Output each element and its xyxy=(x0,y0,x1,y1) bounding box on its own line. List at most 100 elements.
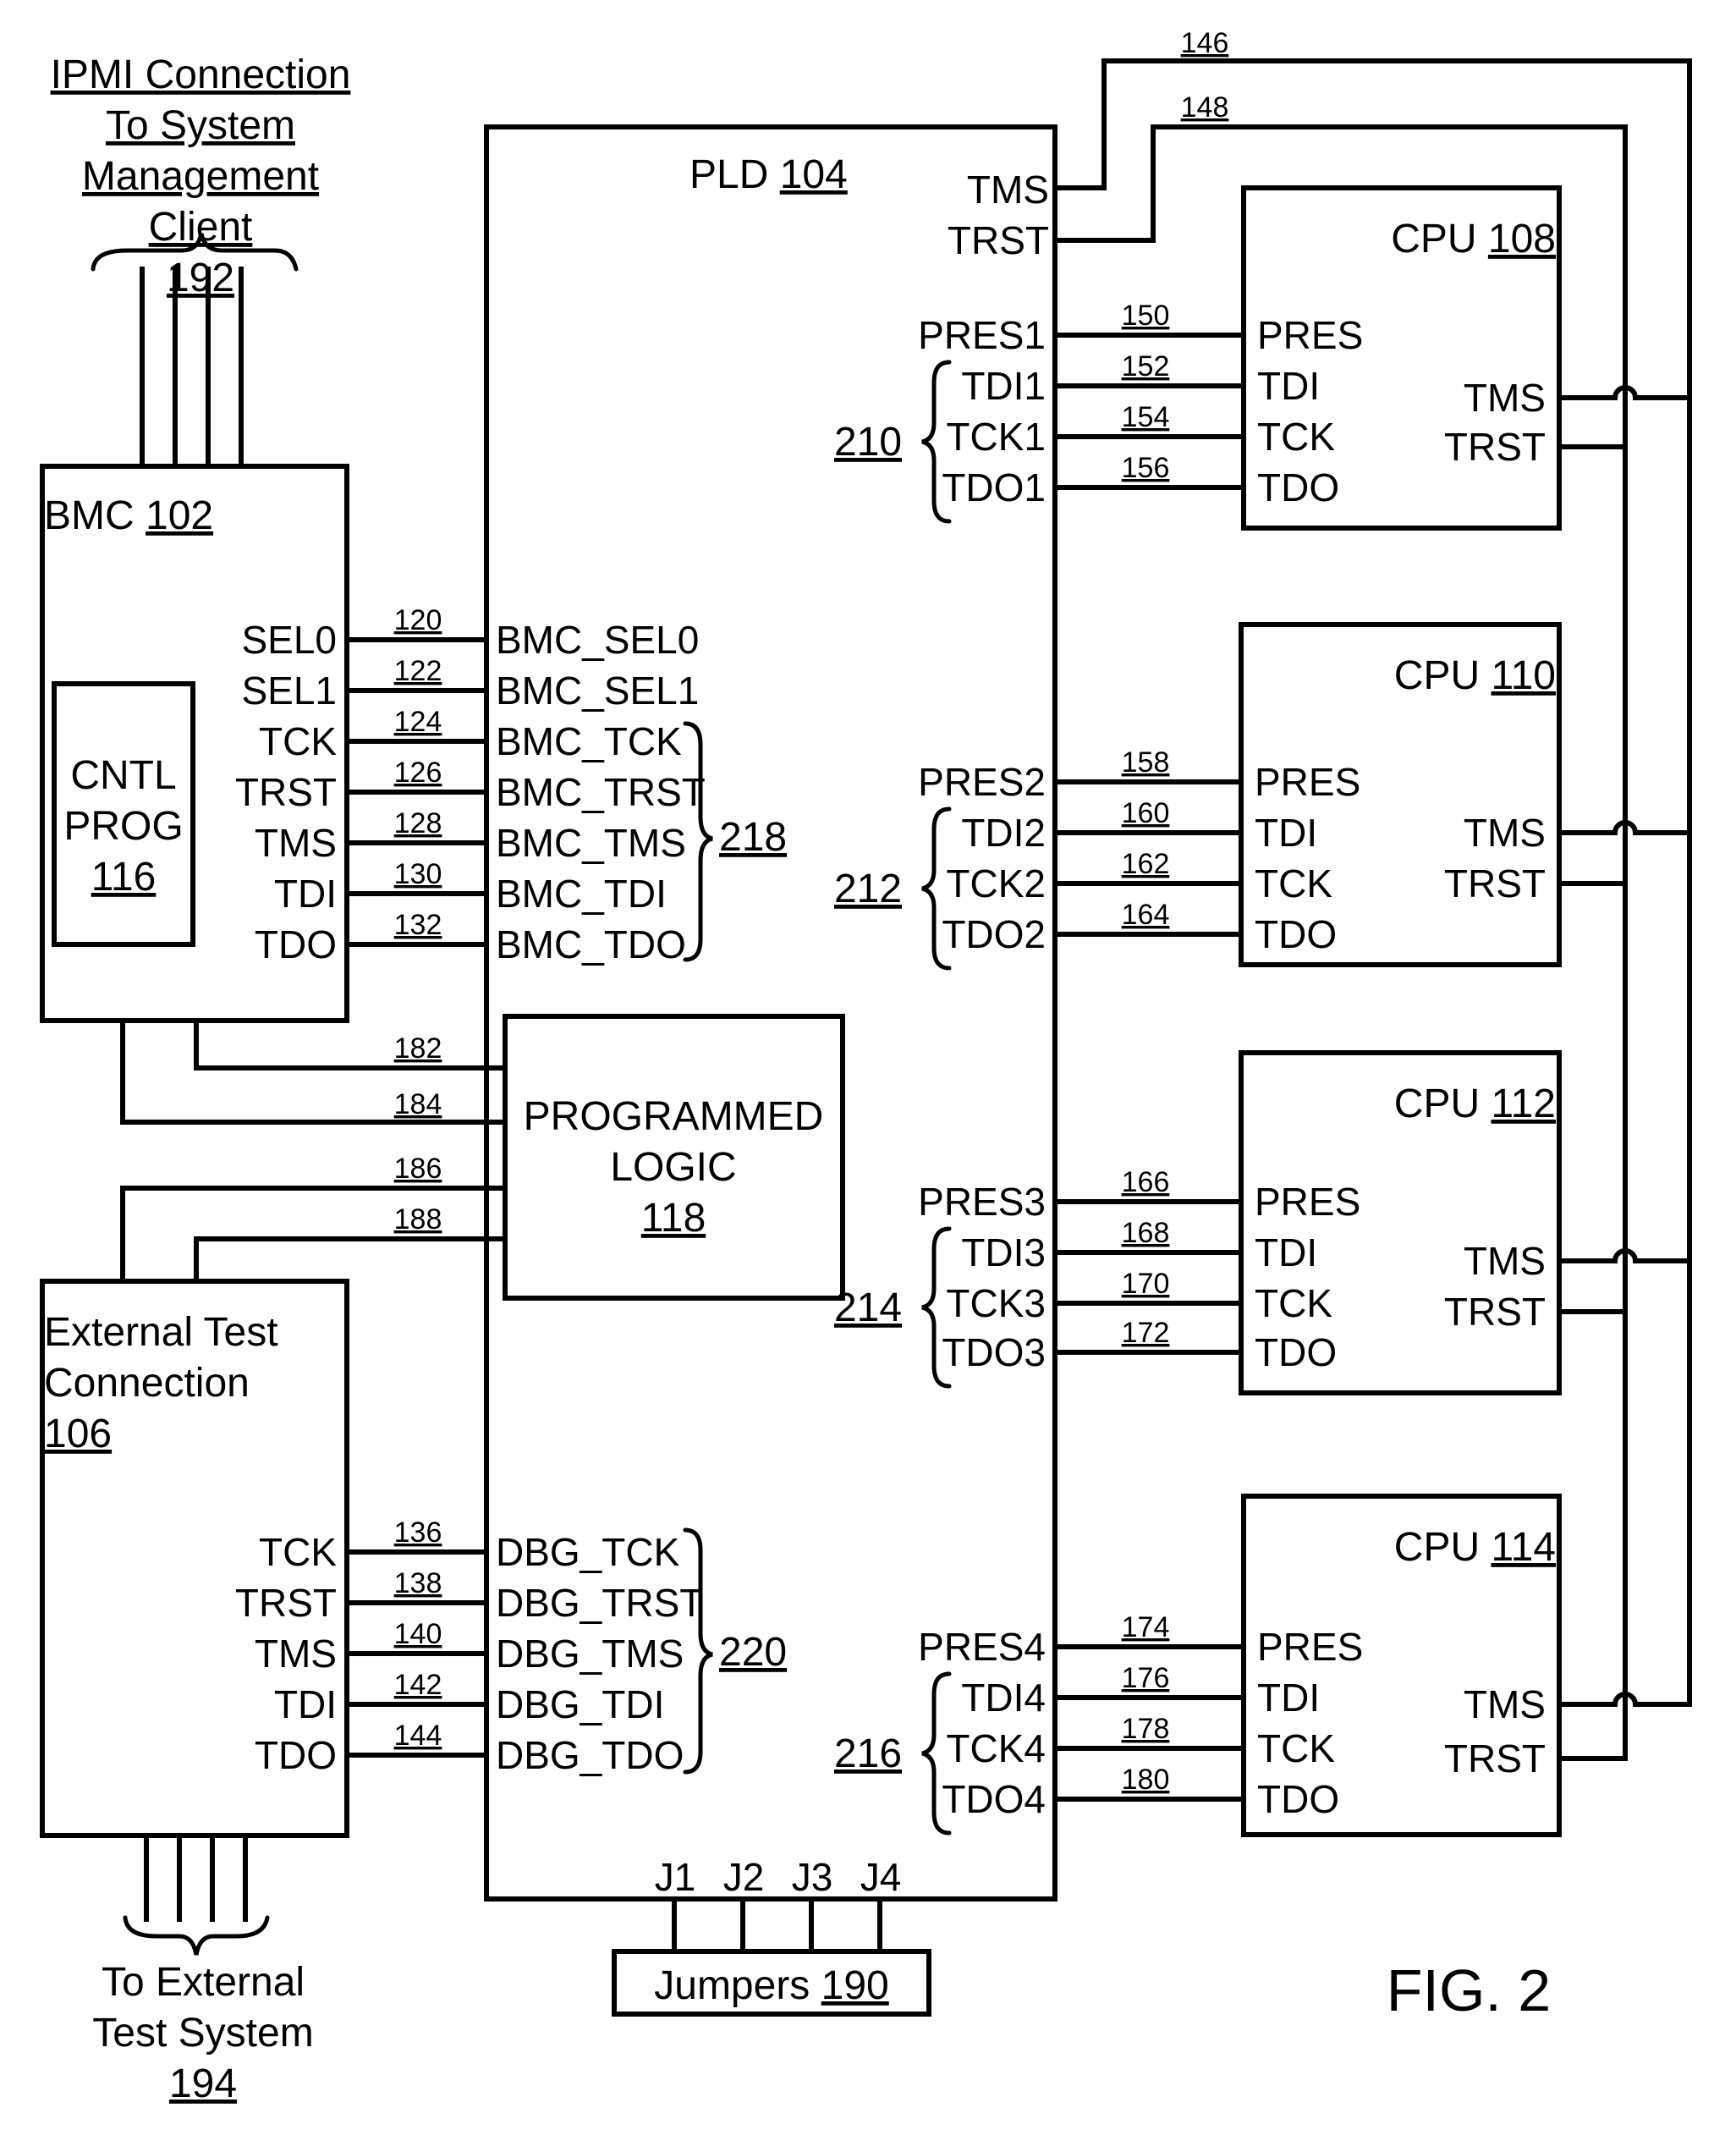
pld-bmc-pin-label: BMC_TDI xyxy=(496,872,667,916)
cpu-title: CPU 114 xyxy=(1394,1525,1556,1570)
pld-cpu-pin-label: PRES1 xyxy=(918,313,1046,357)
pld-dbg-pin-labels: DBG_TCK DBG_TRST DBG_TMS DBG_TDI DBG_TDO xyxy=(496,1530,703,1777)
pld-pin-trst: TRST xyxy=(948,218,1049,262)
wire-ref-186: 186 xyxy=(394,1153,442,1185)
ipmi-line-2: To System xyxy=(106,103,295,148)
ipmi-line-4: Client xyxy=(149,205,253,250)
wire-ref-label: 136 xyxy=(394,1516,442,1549)
pld-pin-tms: TMS xyxy=(967,168,1049,212)
bmc-pin-label: TRST xyxy=(235,770,337,814)
wire-ref-label: 132 xyxy=(394,909,442,941)
bmc-to-pld-wires: 120 122 124 126 128 130 132 xyxy=(344,604,489,947)
ext-to-pld-wires: 136 138 140 142 144 xyxy=(344,1516,489,1758)
cpu-pin-label: TCK xyxy=(1255,861,1332,905)
wire-ref-label: 154 xyxy=(1122,401,1170,433)
cpu-title: CPU 108 xyxy=(1391,217,1556,261)
wire-ref-label: 158 xyxy=(1122,746,1170,779)
schematic-diagram: IPMI Connection To System Management Cli… xyxy=(40,27,1692,2106)
wire-ref-label: 120 xyxy=(394,604,442,636)
cpu-pin-label: PRES xyxy=(1255,1180,1360,1224)
wire-ref-label: 178 xyxy=(1122,1713,1170,1745)
cpu-pin-label: TDI xyxy=(1255,811,1317,855)
dbg-group-ref: 220 xyxy=(719,1630,787,1675)
wire-ref-label: 180 xyxy=(1122,1764,1170,1796)
pld-title: PLD 104 xyxy=(689,152,848,197)
jumper-pin-j2: J2 xyxy=(723,1855,765,1899)
wire-ref-label: 156 xyxy=(1122,452,1170,484)
cpu-tms-pin-label: TMS xyxy=(1464,1239,1546,1283)
wire-ref-label: 130 xyxy=(394,858,442,890)
ext-test-pin-label: TCK xyxy=(259,1530,337,1574)
cpu-pin-label: TDO xyxy=(1255,1330,1337,1374)
bmc-title: BMC 102 xyxy=(44,493,213,538)
wire-ref-label: 144 xyxy=(394,1720,442,1752)
ext-test-line-1: External Test xyxy=(44,1310,278,1355)
pld-dbg-pin-label: DBG_TCK xyxy=(496,1530,680,1574)
programmed-logic-wires xyxy=(120,1018,508,1284)
cpu-tms-pin-label: TMS xyxy=(1464,1682,1546,1726)
pld-cpu-pin-label: TDO4 xyxy=(942,1777,1046,1821)
bmc-pin-label: SEL1 xyxy=(241,669,337,713)
jumper-pin-j3: J3 xyxy=(792,1855,833,1899)
pld-cpu-pin-label: TDI1 xyxy=(961,364,1046,408)
pld-cpu-pin-label: TDI4 xyxy=(961,1676,1046,1720)
wire-ref-label: 150 xyxy=(1122,300,1170,332)
wire-ref-label: 138 xyxy=(394,1567,442,1599)
pld-bmc-pin-label: BMC_TMS xyxy=(496,821,686,865)
cpu-pin-label: PRES xyxy=(1257,313,1363,357)
pld-bmc-pin-label: BMC_TDO xyxy=(496,922,686,966)
cpu-pin-label: TCK xyxy=(1255,1281,1332,1325)
wire-ref-label: 172 xyxy=(1122,1317,1170,1349)
pld-cpu-pin-label: TDO2 xyxy=(942,912,1046,956)
cpu-114: CPU 114 PRES4 174 PRES TDI4 176 TDI TCK4 178 TCK T… xyxy=(834,1494,1692,1837)
cpu-trst-pin-label: TRST xyxy=(1444,1290,1546,1334)
pld-cpu-pin-label: PRES3 xyxy=(918,1180,1046,1224)
cpu-pin-label: PRES xyxy=(1255,760,1360,804)
wire-ref-146: 146 xyxy=(1181,27,1229,59)
cpu-title: CPU 112 xyxy=(1394,1082,1556,1126)
pld-cpu-pin-label: TCK1 xyxy=(946,415,1046,459)
cpu-trst-pin-label: TRST xyxy=(1444,861,1546,905)
bmc-pin-label: TDI xyxy=(274,872,337,916)
programmed-logic-line-2: LOGIC xyxy=(610,1145,736,1190)
cpu-pin-label: TDI xyxy=(1255,1230,1317,1274)
pld-dbg-pin-label: DBG_TMS xyxy=(496,1632,684,1676)
dbg-group-brace xyxy=(683,1527,713,1775)
cpu-tms-pin-label: TMS xyxy=(1464,811,1546,855)
wire-ref-label: 162 xyxy=(1122,848,1170,880)
pld-cpu-pin-label: PRES4 xyxy=(918,1625,1046,1669)
wire-ref-label: 174 xyxy=(1122,1611,1170,1643)
jumpers-label: Jumpers 190 xyxy=(654,1963,889,2008)
pld-cpu-pin-label: TCK2 xyxy=(946,861,1046,905)
cpu-group-ref: 216 xyxy=(834,1731,902,1776)
external-bus-lines xyxy=(144,1836,248,1922)
cntl-prog-ref: 116 xyxy=(91,855,157,900)
jumper-lines xyxy=(672,1896,882,1954)
wire-ref-label: 176 xyxy=(1122,1662,1170,1694)
cpu-blocks: CPU 108 PRES1 150 PRES TDI1 152 TDI TCK1 154 TCK T… xyxy=(834,185,1692,1837)
pld-bmc-pin-label: BMC_SEL1 xyxy=(496,669,699,713)
external-system-line-2: Test System xyxy=(92,2011,313,2056)
cpu-title: CPU 110 xyxy=(1394,653,1556,698)
cpu-pin-label: TDO xyxy=(1257,465,1339,509)
bmc-pin-label: TMS xyxy=(255,821,337,865)
wire-ref-label: 122 xyxy=(394,655,442,687)
cpu-trst-pin-label: TRST xyxy=(1444,1736,1546,1781)
wire-ref-label: 124 xyxy=(394,706,442,738)
wire-ref-label: 168 xyxy=(1122,1217,1170,1249)
pld-dbg-pin-label: DBG_TRST xyxy=(496,1581,703,1625)
bmc-group-brace xyxy=(683,721,713,962)
bmc-pin-label: TDO xyxy=(255,922,337,966)
bmc-pin-label: SEL0 xyxy=(241,618,337,662)
wire-ref-label: 166 xyxy=(1122,1166,1170,1198)
bmc-pin-labels: SEL0 SEL1 TCK TRST TMS TDI TDO xyxy=(235,618,337,966)
cntl-prog-line-2: PROG xyxy=(63,804,183,849)
wire-ref-label: 126 xyxy=(394,757,442,789)
ext-test-pin-labels: TCK TRST TMS TDI TDO xyxy=(235,1530,337,1777)
cpu-pin-label: TDI xyxy=(1257,1676,1320,1720)
wire-ref-184: 184 xyxy=(394,1088,442,1120)
wire-ref-label: 160 xyxy=(1122,797,1170,829)
cpu-pin-label: TCK xyxy=(1257,1726,1335,1770)
cpu-pin-label: TDO xyxy=(1255,912,1337,956)
programmed-logic-line-1: PROGRAMMED xyxy=(524,1094,824,1139)
